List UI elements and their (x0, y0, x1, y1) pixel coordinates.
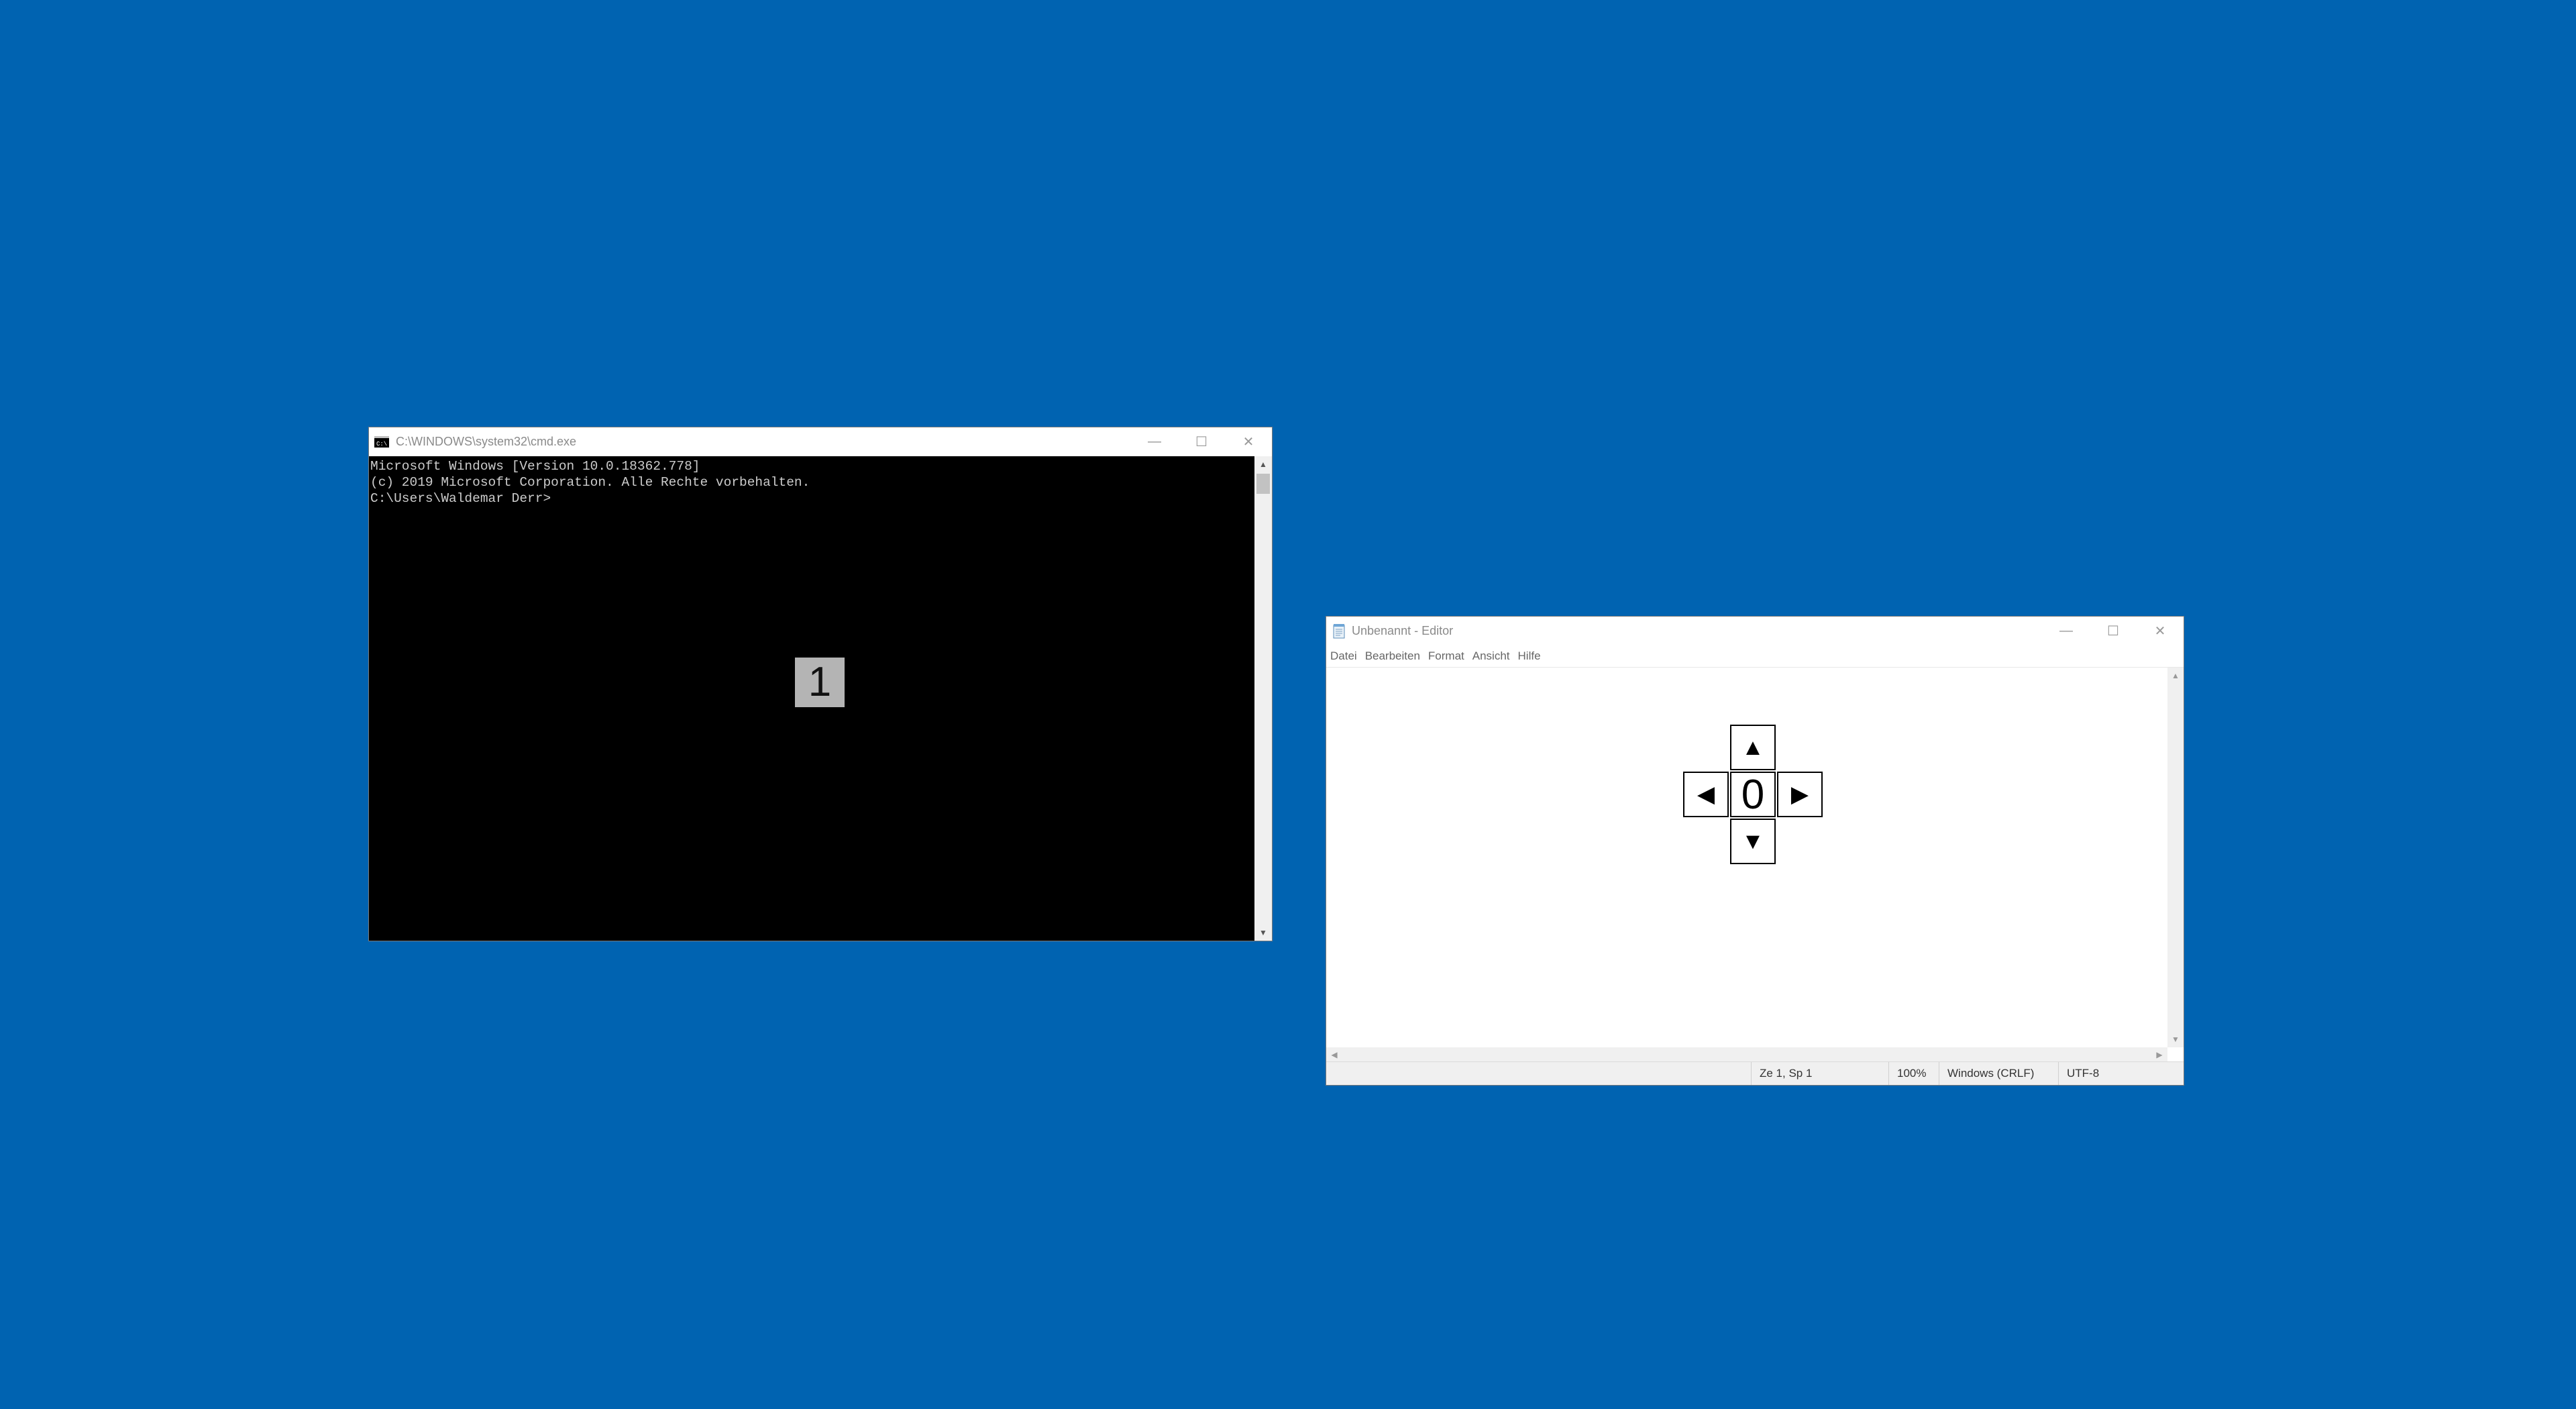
vertical-scrollbar[interactable]: ▲ ▼ (1254, 456, 1272, 941)
maximize-button[interactable]: ☐ (1178, 427, 1225, 456)
notepad-window[interactable]: Unbenannt - Editor — ☐ ✕ Datei Bearbeiten… (1326, 616, 2184, 1086)
cmd-window[interactable]: C:\ C:\WINDOWS\system32\cmd.exe — ☐ ✕ Mi… (368, 427, 1273, 941)
status-line-endings: Windows (CRLF) (1939, 1062, 2058, 1085)
status-bar: Ze 1, Sp 1 100% Windows (CRLF) UTF-8 (1326, 1061, 2184, 1085)
menu-bearbeiten[interactable]: Bearbeiten (1361, 645, 1424, 667)
cmd-icon: C:\ (374, 436, 389, 448)
menu-format[interactable]: Format (1424, 645, 1468, 667)
console-line: (c) 2019 Microsoft Corporation. Alle Rec… (370, 475, 810, 490)
menu-bar: Datei Bearbeiten Format Ansicht Hilfe (1326, 645, 2184, 668)
vertical-scrollbar[interactable]: ▲ ▼ (2167, 668, 2184, 1047)
close-button[interactable]: ✕ (1225, 427, 1272, 456)
window-title: Unbenannt - Editor (1352, 624, 1454, 637)
status-zoom: 100% (1888, 1062, 1939, 1085)
scroll-left-arrow-icon[interactable]: ◀ (1326, 1047, 1342, 1062)
arrow-right-button[interactable]: ▶ (1777, 772, 1823, 817)
console-line: Microsoft Windows [Version 10.0.18362.77… (370, 459, 700, 474)
scroll-right-arrow-icon[interactable]: ▶ (2151, 1047, 2167, 1062)
status-cursor-position: Ze 1, Sp 1 (1751, 1062, 1888, 1085)
console-prompt: C:\Users\Waldemar Derr> (370, 491, 551, 506)
scroll-up-arrow-icon[interactable]: ▲ (1254, 456, 1272, 472)
menu-hilfe[interactable]: Hilfe (1514, 645, 1545, 667)
maximize-button[interactable]: ☐ (2090, 617, 2137, 645)
minimize-button[interactable]: — (2043, 617, 2090, 645)
notepad-titlebar[interactable]: Unbenannt - Editor — ☐ ✕ (1326, 617, 2184, 645)
text-editor-area[interactable]: ▲ ◀ 0 ▶ ▼ (1326, 668, 2167, 1047)
scroll-down-arrow-icon[interactable]: ▼ (2167, 1031, 2184, 1047)
notepad-icon (1333, 624, 1345, 639)
svg-text:C:\: C:\ (376, 441, 387, 448)
horizontal-scrollbar[interactable]: ◀ ▶ (1326, 1047, 2167, 1062)
dpad-center-label: 0 (1730, 772, 1776, 818)
cmd-titlebar[interactable]: C:\ C:\WINDOWS\system32\cmd.exe — ☐ ✕ (369, 427, 1272, 456)
scroll-up-arrow-icon[interactable]: ▲ (2167, 668, 2184, 684)
arrow-down-button[interactable]: ▼ (1730, 819, 1776, 864)
arrow-up-button[interactable]: ▲ (1730, 725, 1776, 770)
menu-datei[interactable]: Datei (1326, 645, 1361, 667)
window-number-badge: 1 (795, 658, 845, 707)
scroll-thumb[interactable] (1256, 474, 1270, 494)
window-title: C:\WINDOWS\system32\cmd.exe (396, 435, 577, 448)
arrow-left-button[interactable]: ◀ (1683, 772, 1729, 817)
menu-ansicht[interactable]: Ansicht (1468, 645, 1514, 667)
status-encoding: UTF-8 (2058, 1062, 2165, 1085)
minimize-button[interactable]: — (1131, 427, 1178, 456)
scroll-down-arrow-icon[interactable]: ▼ (1254, 925, 1272, 941)
close-button[interactable]: ✕ (2137, 617, 2184, 645)
